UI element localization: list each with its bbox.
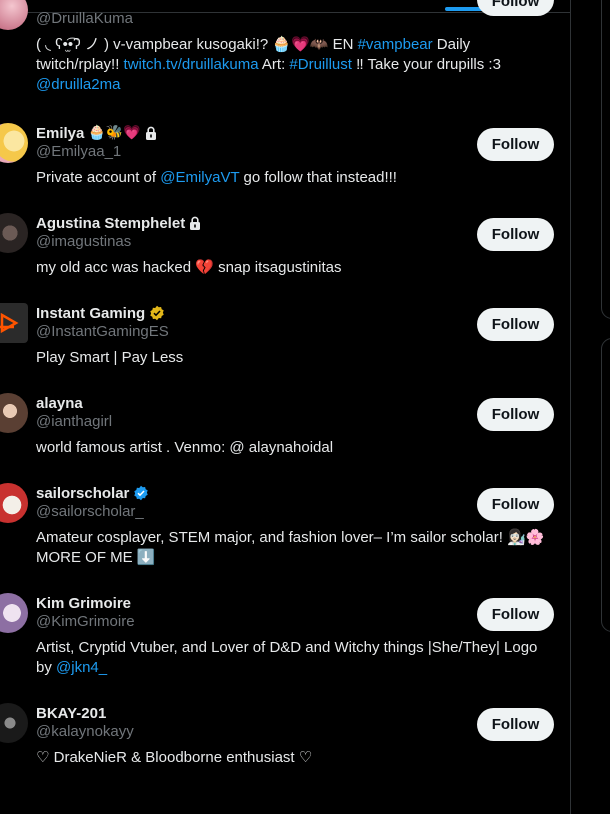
bio-text: Artist, Cryptid Vtuber, and Lover of D&D… xyxy=(36,639,538,676)
user-name-row[interactable]: BKAY-201 xyxy=(36,703,106,723)
follow-button-label: Follow xyxy=(491,606,540,623)
right-sidebar xyxy=(571,0,610,814)
user-bio: Amateur cosplayer, STEM major, and fashi… xyxy=(36,528,556,568)
external-link[interactable]: twitch.tv/druillakuma xyxy=(124,56,259,73)
instant-gaming-logo-icon xyxy=(0,312,19,334)
bio-text: go follow that instead!!! xyxy=(239,169,397,186)
user-bio: ( ◟ ʕ•̫͡•ʔ ノ ) v-vampbear kusogaki!? 🧁💗🦇… xyxy=(36,35,556,95)
follow-button-label: Follow xyxy=(491,496,540,513)
user-name[interactable]: BKAY-201 xyxy=(36,705,106,722)
mention-link[interactable]: @EmilyaVT xyxy=(160,169,239,186)
user-name[interactable]: Emilya xyxy=(36,125,84,142)
user-avatar[interactable] xyxy=(0,0,28,30)
user-name-row[interactable]: Emilya 🧁🐝💗 xyxy=(36,123,157,143)
who-to-follow-list: @DruillaKuma Follow ( ◟ ʕ•̫͡•ʔ ノ ) v-vam… xyxy=(0,0,571,814)
user-name-row[interactable]: Kim Grimoire xyxy=(36,593,131,613)
mention-link[interactable]: @druilla2ma xyxy=(36,76,120,93)
follow-button-label: Follow xyxy=(491,136,540,153)
user-handle: @DruillaKuma xyxy=(36,10,133,27)
follow-button-label: Follow xyxy=(491,316,540,333)
bio-text: Play Smart | Pay Less xyxy=(36,349,184,366)
user-name[interactable]: Kim Grimoire xyxy=(36,595,131,612)
verified-blue-badge-icon xyxy=(134,485,149,501)
follow-button[interactable]: Follow xyxy=(477,398,554,431)
follow-button-label: Follow xyxy=(491,0,540,10)
follow-button-label: Follow xyxy=(491,226,540,243)
user-name[interactable]: Agustina Stemphelet xyxy=(36,215,185,232)
bio-text: Private account of xyxy=(36,169,161,186)
hashtag-link[interactable]: #vampbear xyxy=(358,36,433,53)
user-name[interactable]: sailorscholar xyxy=(36,485,129,502)
follow-button-label: Follow xyxy=(491,716,540,733)
user-avatar[interactable] xyxy=(0,483,28,523)
user-bio: Private account of @EmilyaVT go follow t… xyxy=(36,168,556,188)
user-handle: @kalaynokayy xyxy=(36,723,134,740)
user-handle: @sailorscholar_ xyxy=(36,503,144,520)
user-name[interactable]: Instant Gaming xyxy=(36,305,145,322)
name-emoji: 🧁🐝💗 xyxy=(88,125,141,141)
user-name-row[interactable]: Agustina Stemphelet xyxy=(36,213,201,233)
user-avatar[interactable] xyxy=(0,393,28,433)
user-name-row[interactable]: sailorscholar xyxy=(36,483,149,503)
sidebar-card xyxy=(601,338,610,632)
user-handle: @InstantGamingES xyxy=(36,323,169,340)
lock-icon xyxy=(190,216,201,230)
bio-text: ♡ DrakeNieR & Bloodborne enthusiast ♡ xyxy=(36,749,313,766)
user-avatar[interactable] xyxy=(0,303,28,343)
sidebar-card xyxy=(601,0,610,319)
user-avatar[interactable] xyxy=(0,703,28,743)
user-handle: @ianthagirl xyxy=(36,413,113,430)
user-avatar[interactable] xyxy=(0,213,28,253)
user-handle: @Emilyaa_1 xyxy=(36,143,122,160)
bio-text: world famous artist . Venmo: @ alaynahoi… xyxy=(36,439,334,456)
user-avatar[interactable] xyxy=(0,593,28,633)
follow-button[interactable]: Follow xyxy=(477,308,554,341)
bio-text: Art: xyxy=(258,56,290,73)
follow-button[interactable]: Follow xyxy=(477,708,554,741)
user-bio: ♡ DrakeNieR & Bloodborne enthusiast ♡ xyxy=(36,748,556,768)
user-bio: world famous artist . Venmo: @ alaynahoi… xyxy=(36,438,556,458)
user-handle: @KimGrimoire xyxy=(36,613,135,630)
user-name-row[interactable]: alayna xyxy=(36,393,83,413)
user-bio: my old acc was hacked 💔 snap itsagustini… xyxy=(36,258,556,278)
follow-button[interactable]: Follow xyxy=(477,0,554,16)
verified-gold-badge-icon xyxy=(150,305,164,321)
bio-text: Amateur cosplayer, STEM major, and fashi… xyxy=(36,529,545,566)
hashtag-link[interactable]: #Druillust xyxy=(289,56,352,73)
follow-button[interactable]: Follow xyxy=(477,488,554,521)
follow-button[interactable]: Follow xyxy=(477,128,554,161)
follow-button-label: Follow xyxy=(491,406,540,423)
user-bio: Play Smart | Pay Less xyxy=(36,348,556,368)
bio-text: ( ◟ ʕ•̫͡•ʔ ノ ) v-vampbear kusogaki!? 🧁💗🦇… xyxy=(36,36,358,53)
lock-icon xyxy=(145,126,156,140)
follow-button[interactable]: Follow xyxy=(477,218,554,251)
mention-link[interactable]: @jkn4_ xyxy=(56,659,107,676)
user-name-row[interactable]: Instant Gaming xyxy=(36,303,165,323)
user-bio: Artist, Cryptid Vtuber, and Lover of D&D… xyxy=(36,638,556,678)
user-avatar[interactable] xyxy=(0,123,28,163)
user-name[interactable]: alayna xyxy=(36,395,83,412)
follow-button[interactable]: Follow xyxy=(477,598,554,631)
user-handle: @imagustinas xyxy=(36,233,132,250)
bio-text: my old acc was hacked 💔 snap itsagustini… xyxy=(36,259,342,276)
bio-text: ‼ Take your drupills :3 xyxy=(351,56,501,73)
